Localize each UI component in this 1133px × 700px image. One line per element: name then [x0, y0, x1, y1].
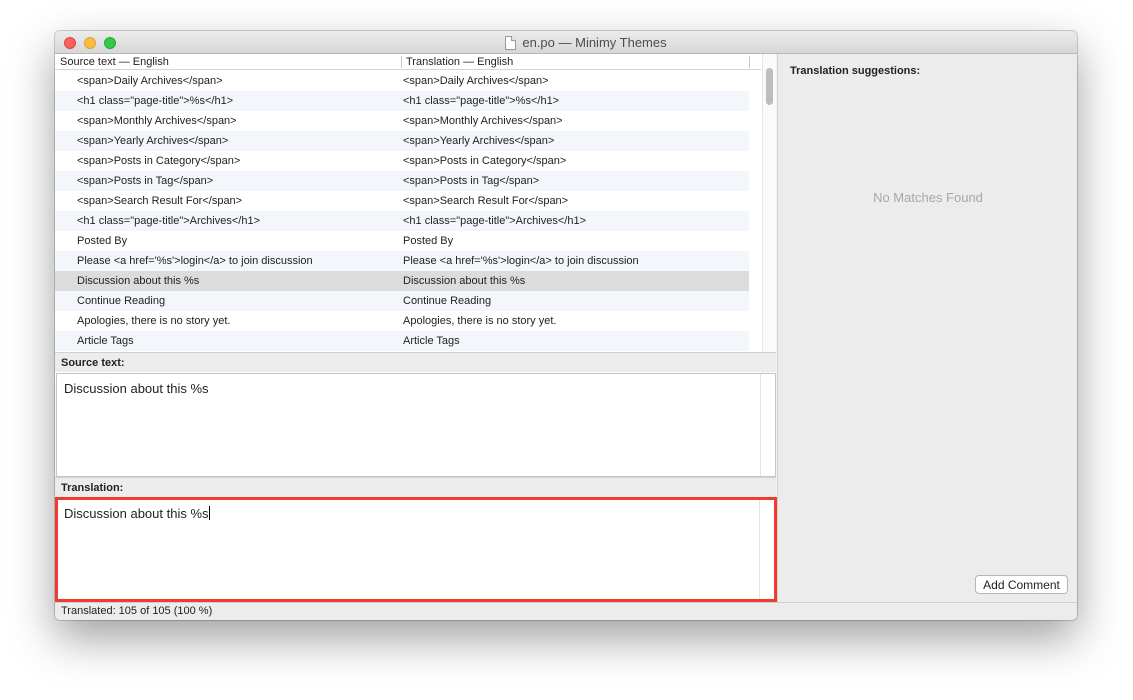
row-source-text: <span>Posts in Category</span> — [77, 155, 241, 167]
row-source-text: Discussion about this %s — [77, 275, 200, 287]
translation-text-wrap[interactable]: Discussion about this %s — [64, 506, 210, 521]
row-source-text: <h1 class="page-title">%s</h1> — [77, 95, 234, 107]
row-source-text: <span>Posts in Tag</span> — [77, 175, 214, 187]
source-text-label: Source text: — [55, 352, 776, 372]
table-row[interactable]: Please <a href='%s'>login</a> to join di… — [55, 251, 749, 271]
table-row[interactable]: <span>Daily Archives</span> <span>Daily A… — [55, 71, 749, 91]
table-row[interactable]: Discussion about this %s Discussion about… — [55, 271, 749, 291]
translation-label: Translation: — [55, 477, 776, 497]
translation-text[interactable]: Discussion about this %s — [64, 506, 209, 521]
no-matches-message: No Matches Found — [873, 190, 983, 205]
strings-list[interactable]: Source text — English Translation — Engl… — [55, 54, 776, 382]
suggestions-sidebar: Translation suggestions: No Matches Foun… — [777, 54, 1077, 602]
scrollbar-thumb[interactable] — [766, 68, 773, 105]
list-header: Source text — English Translation — Engl… — [55, 54, 761, 70]
translation-editor[interactable]: Discussion about this %s — [55, 497, 777, 602]
row-translation-text: Continue Reading — [403, 295, 492, 307]
source-text-content: Discussion about this %s — [64, 381, 209, 396]
table-row[interactable]: Apologies, there is no story yet. Apologi… — [55, 311, 749, 331]
row-translation-text: Please <a href='%s'>login</a> to join di… — [403, 255, 639, 267]
translation-scroll-track[interactable] — [759, 500, 760, 599]
text-caret — [208, 506, 210, 520]
row-translation-text: <span>Yearly Archives</span> — [403, 135, 555, 147]
row-source-text: <span>Daily Archives</span> — [77, 75, 223, 87]
table-row[interactable]: <span>Search Result For</span> <span>Sear… — [55, 191, 749, 211]
row-source-text: Continue Reading — [77, 295, 166, 307]
document-icon — [505, 35, 517, 50]
row-translation-text: <h1 class="page-title">%s</h1> — [403, 95, 560, 107]
suggestions-title: Translation suggestions: — [790, 65, 921, 77]
row-translation-text: <span>Posts in Tag</span> — [403, 175, 540, 187]
row-source-text: <span>Yearly Archives</span> — [77, 135, 229, 147]
table-row[interactable]: Posted By Posted By — [55, 231, 749, 251]
column-divider[interactable] — [401, 56, 402, 68]
add-comment-button[interactable]: Add Comment — [975, 575, 1068, 594]
column-header-source[interactable]: Source text — English — [60, 56, 169, 68]
window-title-wrap: en.po — Minimy Themes — [55, 31, 1077, 54]
table-row[interactable]: <h1 class="page-title">Archives</h1> <h1 … — [55, 211, 749, 231]
row-translation-text: <span>Posts in Category</span> — [403, 155, 567, 167]
app-window: en.po — Minimy Themes Source text — Engl… — [55, 31, 1077, 620]
row-translation-text: Apologies, there is no story yet. — [403, 315, 557, 327]
column-header-translation[interactable]: Translation — English — [406, 56, 513, 68]
row-source-text: Article Tags — [77, 335, 134, 347]
table-row[interactable]: Continue Reading Continue Reading — [55, 291, 749, 311]
row-source-text: Posted By — [77, 235, 128, 247]
table-row[interactable]: Article Tags Article Tags — [55, 331, 749, 351]
table-row[interactable]: <span>Posts in Category</span> <span>Post… — [55, 151, 749, 171]
row-translation-text: Article Tags — [403, 335, 460, 347]
title-bar: en.po — Minimy Themes — [55, 31, 1077, 54]
row-translation-text: <span>Monthly Archives</span> — [403, 115, 563, 127]
row-translation-text: <span>Search Result For</span> — [403, 195, 569, 207]
row-source-text: <span>Monthly Archives</span> — [77, 115, 237, 127]
row-source-text: <h1 class="page-title">Archives</h1> — [77, 215, 261, 227]
table-row[interactable]: <span>Yearly Archives</span> <span>Yearly… — [55, 131, 749, 151]
row-source-text: Apologies, there is no story yet. — [77, 315, 231, 327]
row-translation-text: Discussion about this %s — [403, 275, 526, 287]
status-bar: Translated: 105 of 105 (100 %) — [55, 602, 1077, 620]
row-translation-text: <span>Daily Archives</span> — [403, 75, 549, 87]
list-scrollbar[interactable] — [762, 54, 776, 382]
source-scroll-track[interactable] — [760, 374, 761, 476]
window-title: en.po — Minimy Themes — [522, 35, 667, 50]
row-translation-text: <h1 class="page-title">Archives</h1> — [403, 215, 587, 227]
source-text-view: Discussion about this %s — [56, 373, 776, 477]
table-row[interactable]: <span>Monthly Archives</span> <span>Month… — [55, 111, 749, 131]
table-row[interactable]: <span>Posts in Tag</span> <span>Posts in … — [55, 171, 749, 191]
list-rows: <span>Daily Archives</span> <span>Daily A… — [55, 71, 749, 351]
row-translation-text: Posted By — [403, 235, 454, 247]
column-divider[interactable] — [749, 56, 750, 68]
row-source-text: <span>Search Result For</span> — [77, 195, 243, 207]
table-row[interactable]: <h1 class="page-title">%s</h1> <h1 class=… — [55, 91, 749, 111]
row-source-text: Please <a href='%s'>login</a> to join di… — [77, 255, 313, 267]
